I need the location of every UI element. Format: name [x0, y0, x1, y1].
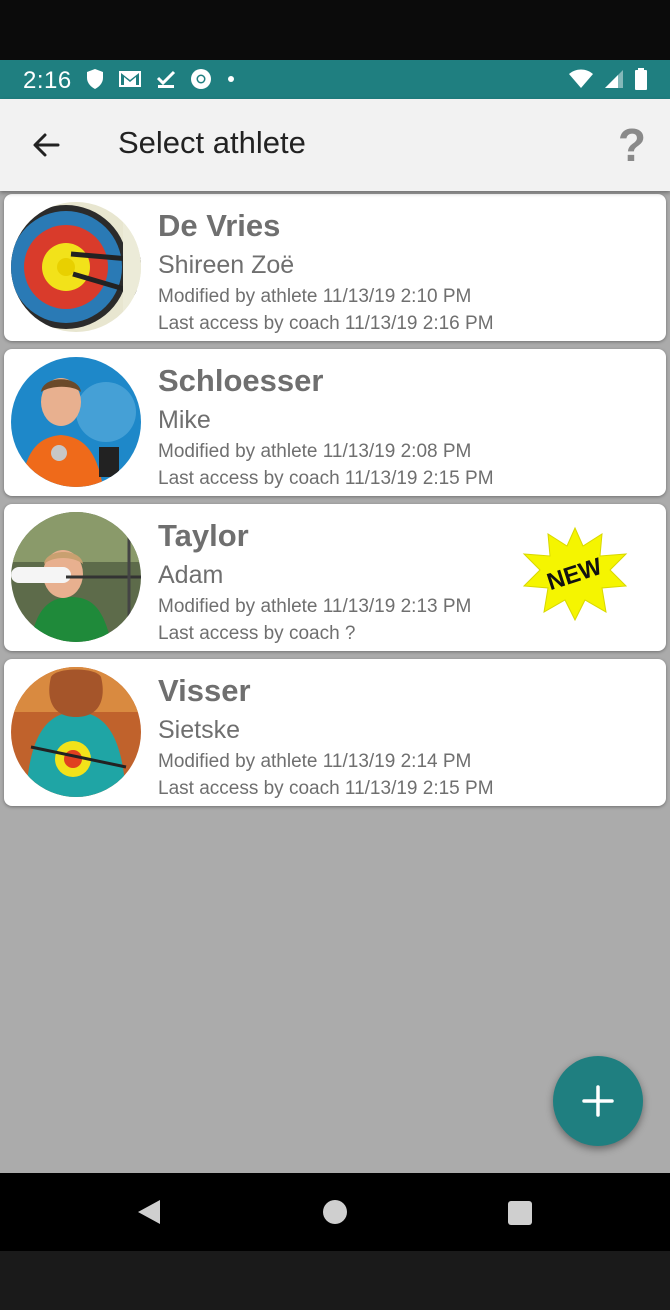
last-access-by-coach: Last access by coach 11/13/19 2:15 PM [158, 778, 494, 799]
chrome-icon [191, 69, 211, 89]
system-nav-bar [0, 1173, 670, 1251]
athlete-card-schloesser[interactable]: Schloesser Mike Modified by athlete 11/1… [4, 349, 666, 496]
add-athlete-button[interactable] [553, 1056, 643, 1146]
athlete-surname: Visser [158, 673, 251, 708]
back-arrow-icon[interactable] [28, 127, 64, 163]
nav-recents-icon[interactable] [508, 1201, 532, 1225]
athlete-photo-avatar [11, 357, 141, 487]
status-bar: 2:16 [0, 60, 670, 99]
battery-icon [635, 68, 647, 90]
status-icons-left [86, 68, 236, 90]
app-bar: Select athlete ? [0, 99, 670, 191]
modified-by-athlete: Modified by athlete 11/13/19 2:08 PM [158, 441, 472, 462]
athlete-photo-avatar [11, 667, 141, 797]
new-badge-icon: NEW [522, 526, 628, 622]
athlete-list: De Vries Shireen Zoë Modified by athlete… [0, 191, 670, 1173]
bottom-bezel [0, 1251, 670, 1310]
dot-icon [228, 76, 234, 82]
modified-by-athlete: Modified by athlete 11/13/19 2:13 PM [158, 596, 472, 617]
athlete-photo-avatar [11, 512, 141, 642]
signal-icon [605, 70, 623, 88]
athlete-first-name: Mike [158, 406, 211, 434]
wifi-icon [569, 69, 593, 88]
athlete-card-visser[interactable]: Visser Sietske Modified by athlete 11/13… [4, 659, 666, 806]
plus-icon [582, 1085, 614, 1117]
modified-by-athlete: Modified by athlete 11/13/19 2:14 PM [158, 751, 472, 772]
athlete-card-taylor[interactable]: Taylor Adam Modified by athlete 11/13/19… [4, 504, 666, 651]
modified-by-athlete: Modified by athlete 11/13/19 2:10 PM [158, 286, 472, 307]
last-access-by-coach: Last access by coach 11/13/19 2:15 PM [158, 468, 494, 489]
athlete-card-de-vries[interactable]: De Vries Shireen Zoë Modified by athlete… [4, 194, 666, 341]
last-access-by-coach: Last access by coach 11/13/19 2:16 PM [158, 313, 494, 334]
shield-icon [87, 69, 103, 89]
athlete-surname: Taylor [158, 518, 249, 553]
archery-target-avatar [11, 202, 141, 332]
nav-back-icon[interactable] [136, 1199, 162, 1225]
athlete-first-name: Shireen Zoë [158, 251, 295, 279]
page-title: Select athlete [118, 125, 306, 160]
gmail-icon [119, 71, 141, 87]
athlete-first-name: Adam [158, 561, 224, 589]
last-access-by-coach: Last access by coach ? [158, 623, 356, 644]
athlete-surname: De Vries [158, 208, 281, 243]
athlete-first-name: Sietske [158, 716, 240, 744]
athlete-surname: Schloesser [158, 363, 324, 398]
nav-home-icon[interactable] [323, 1200, 347, 1224]
status-time: 2:16 [23, 67, 72, 94]
help-icon[interactable]: ? [618, 119, 646, 171]
top-bezel [0, 0, 670, 60]
check-icon [156, 70, 176, 88]
status-icons-right [568, 68, 648, 90]
